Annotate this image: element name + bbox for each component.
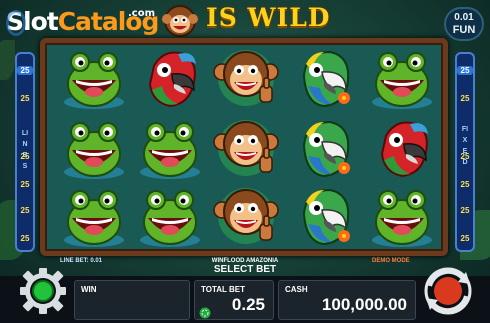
frog-symbol-icon bbox=[64, 52, 124, 109]
wild-title: IS WILD bbox=[206, 3, 331, 32]
monkey-symbol-icon bbox=[213, 188, 279, 244]
coin-value: 0.01 bbox=[454, 12, 474, 23]
line-number: 25 bbox=[20, 206, 30, 215]
fixed-label-text: FIXED bbox=[461, 126, 469, 166]
frog-symbol-icon bbox=[64, 122, 124, 179]
line-number: 25 bbox=[17, 66, 33, 75]
frog-symbol-icon bbox=[64, 190, 124, 247]
line-number: 25 bbox=[457, 66, 473, 75]
total-bet-field[interactable]: TOTAL BET 0.25 bbox=[194, 280, 274, 320]
line-number: 25 bbox=[460, 180, 470, 189]
line-number: 25 bbox=[460, 234, 470, 243]
line-number: 25 bbox=[460, 206, 470, 215]
parrot-green-symbol-icon bbox=[302, 120, 350, 178]
win-field: WIN bbox=[74, 280, 190, 320]
monkey-symbol-icon bbox=[213, 120, 279, 176]
spin-button-icon[interactable] bbox=[420, 266, 476, 316]
frog-symbol-icon bbox=[140, 122, 200, 179]
win-label: WIN bbox=[81, 285, 97, 294]
coin-value-button[interactable]: 0.01 FUN bbox=[444, 7, 484, 41]
line-number: 25 bbox=[20, 152, 30, 161]
gear-icon[interactable] bbox=[18, 266, 68, 316]
lines-panel-right: 25 25 FIXED 25 25 25 25 bbox=[455, 52, 475, 252]
logo-com-text: .com bbox=[128, 8, 156, 19]
line-number: 25 bbox=[460, 152, 470, 161]
lines-label-text: LINES bbox=[21, 130, 29, 170]
reel-area[interactable] bbox=[50, 44, 440, 252]
fixed-label: FIXED bbox=[457, 124, 473, 168]
cash-field: CASH 100,000.00 bbox=[278, 280, 416, 320]
line-number: 25 bbox=[20, 234, 30, 243]
line-number: 25 bbox=[20, 180, 30, 189]
coin-currency: FUN bbox=[452, 24, 476, 36]
cash-value: 100,000.00 bbox=[321, 295, 407, 314]
slotcatalog-logo: SlotCatalog .com bbox=[6, 4, 159, 40]
demo-mode-label: DEMO MODE bbox=[372, 258, 410, 264]
chip-icon bbox=[199, 307, 211, 319]
line-number: 25 bbox=[20, 94, 30, 103]
parrot-green-symbol-icon bbox=[302, 188, 350, 246]
parrot-red-symbol-icon bbox=[148, 51, 196, 108]
line-number: 25 bbox=[460, 94, 470, 103]
total-bet-value: 0.25 bbox=[231, 295, 265, 314]
parrot-red-symbol-icon bbox=[380, 121, 428, 178]
monkey-wild-icon bbox=[162, 5, 198, 37]
frog-symbol-icon bbox=[372, 52, 432, 109]
lines-panel-left: 25 25 LINES 25 25 25 25 bbox=[15, 52, 35, 252]
logo-ring-icon bbox=[6, 10, 26, 36]
total-bet-label: TOTAL BET bbox=[201, 285, 245, 294]
monkey-symbol-icon bbox=[213, 50, 279, 106]
frog-symbol-icon bbox=[140, 190, 200, 247]
frog-symbol-icon bbox=[372, 190, 432, 247]
cash-label: CASH bbox=[285, 285, 308, 294]
select-bet-button[interactable]: SELECT BET bbox=[170, 264, 320, 275]
lines-label: LINES bbox=[17, 128, 33, 172]
parrot-green-symbol-icon bbox=[302, 50, 350, 108]
